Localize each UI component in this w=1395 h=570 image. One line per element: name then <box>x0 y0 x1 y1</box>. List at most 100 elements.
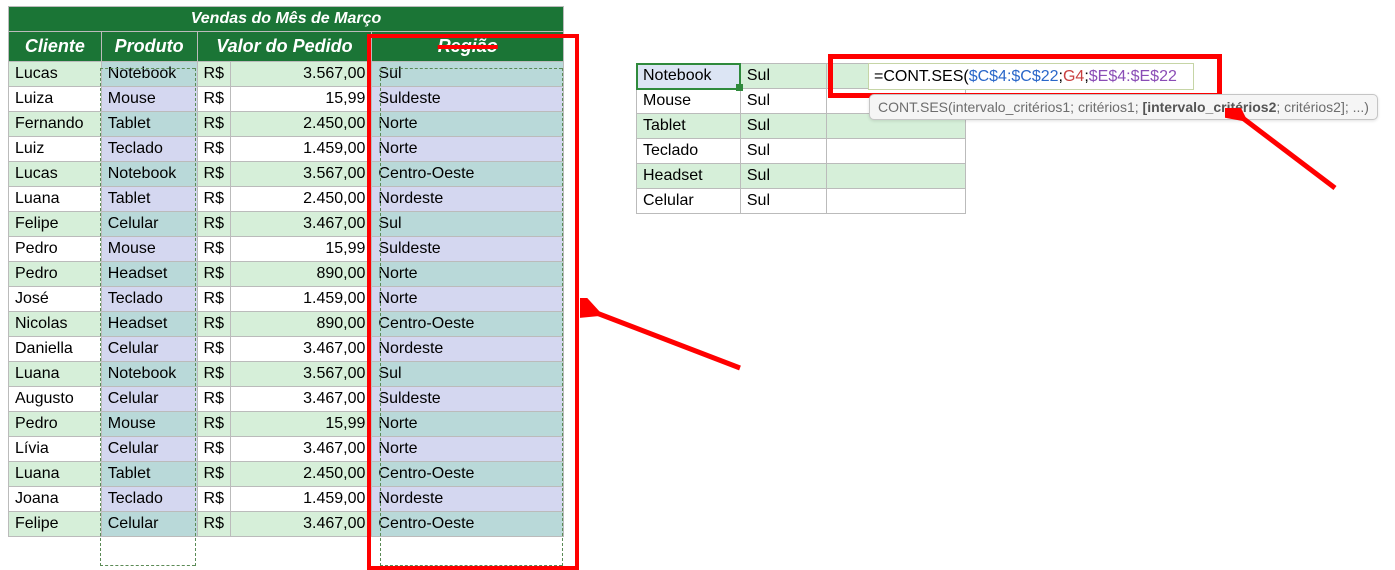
table-row[interactable]: PedroMouseR$15,99Suldeste <box>9 237 564 262</box>
criteria-produto[interactable]: Mouse <box>637 89 741 114</box>
cell-valor[interactable]: 3.467,00 <box>231 512 372 537</box>
cell-produto[interactable]: Mouse <box>101 412 197 437</box>
table-row[interactable]: JoséTecladoR$1.459,00Norte <box>9 287 564 312</box>
cell-regiao[interactable]: Centro-Oeste <box>372 512 564 537</box>
criteria-regiao[interactable]: Sul <box>740 139 826 164</box>
cell-valor[interactable]: 890,00 <box>231 262 372 287</box>
cell-cliente[interactable]: Luana <box>9 187 102 212</box>
criteria-produto[interactable]: Headset <box>637 164 741 189</box>
table-row[interactable]: LuanaTabletR$2.450,00Centro-Oeste <box>9 462 564 487</box>
cell-regiao[interactable]: Norte <box>372 137 564 162</box>
cell-regiao[interactable]: Sul <box>372 212 564 237</box>
cell-produto[interactable]: Tablet <box>101 462 197 487</box>
cell-currency[interactable]: R$ <box>197 362 231 387</box>
cell-cliente[interactable]: Augusto <box>9 387 102 412</box>
cell-produto[interactable]: Teclado <box>101 137 197 162</box>
table-row[interactable]: FelipeCelularR$3.467,00Sul <box>9 212 564 237</box>
cell-regiao[interactable]: Suldeste <box>372 387 564 412</box>
cell-regiao[interactable]: Nordeste <box>372 487 564 512</box>
criteria-result[interactable] <box>826 164 965 189</box>
cell-cliente[interactable]: Luiz <box>9 137 102 162</box>
cell-valor[interactable]: 3.467,00 <box>231 212 372 237</box>
cell-regiao[interactable]: Nordeste <box>372 187 564 212</box>
cell-produto[interactable]: Teclado <box>101 487 197 512</box>
cell-currency[interactable]: R$ <box>197 437 231 462</box>
function-tooltip[interactable]: CONT.SES(intervalo_critérios1; critérios… <box>869 94 1378 120</box>
cell-regiao[interactable]: Norte <box>372 112 564 137</box>
cell-currency[interactable]: R$ <box>197 487 231 512</box>
table-row[interactable]: NicolasHeadsetR$890,00Centro-Oeste <box>9 312 564 337</box>
cell-regiao[interactable]: Centro-Oeste <box>372 462 564 487</box>
cell-valor[interactable]: 3.467,00 <box>231 387 372 412</box>
cell-currency[interactable]: R$ <box>197 187 231 212</box>
criteria-regiao[interactable]: Sul <box>740 114 826 139</box>
cell-currency[interactable]: R$ <box>197 212 231 237</box>
cell-valor[interactable]: 3.567,00 <box>231 362 372 387</box>
cell-valor[interactable]: 3.467,00 <box>231 437 372 462</box>
cell-cliente[interactable]: Luana <box>9 462 102 487</box>
cell-valor[interactable]: 2.450,00 <box>231 187 372 212</box>
cell-cliente[interactable]: Lucas <box>9 162 102 187</box>
formula-editing-cell[interactable]: =CONT.SES( $C$4:$C$22 ; G4 ; $E$4:$E$22 <box>868 63 1194 90</box>
table-row[interactable]: LucasNotebookR$3.567,00Sul <box>9 62 564 87</box>
cell-regiao[interactable]: Sul <box>372 62 564 87</box>
cell-produto[interactable]: Celular <box>101 337 197 362</box>
table-row[interactable]: LucasNotebookR$3.567,00Centro-Oeste <box>9 162 564 187</box>
header-valor[interactable]: Valor do Pedido <box>197 32 372 62</box>
criteria-row[interactable]: TecladoSul <box>637 139 966 164</box>
cell-cliente[interactable]: Pedro <box>9 237 102 262</box>
cell-produto[interactable]: Headset <box>101 312 197 337</box>
criteria-produto[interactable]: Celular <box>637 189 741 214</box>
table-row[interactable]: AugustoCelularR$3.467,00Suldeste <box>9 387 564 412</box>
criteria-regiao[interactable]: Sul <box>740 64 826 89</box>
cell-produto[interactable]: Tablet <box>101 187 197 212</box>
cell-currency[interactable]: R$ <box>197 462 231 487</box>
cell-valor[interactable]: 890,00 <box>231 312 372 337</box>
table-row[interactable]: FernandoTabletR$2.450,00Norte <box>9 112 564 137</box>
criteria-regiao[interactable]: Sul <box>740 164 826 189</box>
cell-regiao[interactable]: Norte <box>372 262 564 287</box>
criteria-row[interactable]: HeadsetSul <box>637 164 966 189</box>
cell-regiao[interactable]: Norte <box>372 412 564 437</box>
cell-currency[interactable]: R$ <box>197 287 231 312</box>
cell-produto[interactable]: Notebook <box>101 62 197 87</box>
cell-produto[interactable]: Headset <box>101 262 197 287</box>
criteria-regiao[interactable]: Sul <box>740 189 826 214</box>
cell-cliente[interactable]: Daniella <box>9 337 102 362</box>
cell-currency[interactable]: R$ <box>197 312 231 337</box>
cell-produto[interactable]: Notebook <box>101 162 197 187</box>
cell-currency[interactable]: R$ <box>197 237 231 262</box>
cell-regiao[interactable]: Norte <box>372 437 564 462</box>
cell-cliente[interactable]: Lucas <box>9 62 102 87</box>
cell-produto[interactable]: Tablet <box>101 112 197 137</box>
cell-currency[interactable]: R$ <box>197 387 231 412</box>
cell-cliente[interactable]: Pedro <box>9 262 102 287</box>
criteria-produto[interactable]: Teclado <box>637 139 741 164</box>
table-row[interactable]: DaniellaCelularR$3.467,00Nordeste <box>9 337 564 362</box>
cell-cliente[interactable]: Nicolas <box>9 312 102 337</box>
table-row[interactable]: LuanaNotebookR$3.567,00Sul <box>9 362 564 387</box>
cell-regiao[interactable]: Sul <box>372 362 564 387</box>
table-row[interactable]: PedroMouseR$15,99Norte <box>9 412 564 437</box>
cell-currency[interactable]: R$ <box>197 137 231 162</box>
cell-valor[interactable]: 3.567,00 <box>231 62 372 87</box>
cell-cliente[interactable]: Fernando <box>9 112 102 137</box>
cell-cliente[interactable]: Luana <box>9 362 102 387</box>
cell-produto[interactable]: Celular <box>101 437 197 462</box>
table-row[interactable]: PedroHeadsetR$890,00Norte <box>9 262 564 287</box>
cell-cliente[interactable]: Felipe <box>9 212 102 237</box>
cell-currency[interactable]: R$ <box>197 87 231 112</box>
cell-cliente[interactable]: Pedro <box>9 412 102 437</box>
cell-valor[interactable]: 1.459,00 <box>231 487 372 512</box>
criteria-produto[interactable]: Tablet <box>637 114 741 139</box>
cell-produto[interactable]: Mouse <box>101 87 197 112</box>
table-row[interactable]: LuanaTabletR$2.450,00Nordeste <box>9 187 564 212</box>
header-cliente[interactable]: Cliente <box>9 32 102 62</box>
criteria-produto[interactable]: Notebook <box>637 64 741 89</box>
cell-produto[interactable]: Notebook <box>101 362 197 387</box>
sales-table[interactable]: Vendas do Mês de Março Cliente Produto V… <box>8 6 564 537</box>
cell-currency[interactable]: R$ <box>197 112 231 137</box>
cell-currency[interactable]: R$ <box>197 337 231 362</box>
cell-produto[interactable]: Celular <box>101 212 197 237</box>
cell-regiao[interactable]: Nordeste <box>372 337 564 362</box>
